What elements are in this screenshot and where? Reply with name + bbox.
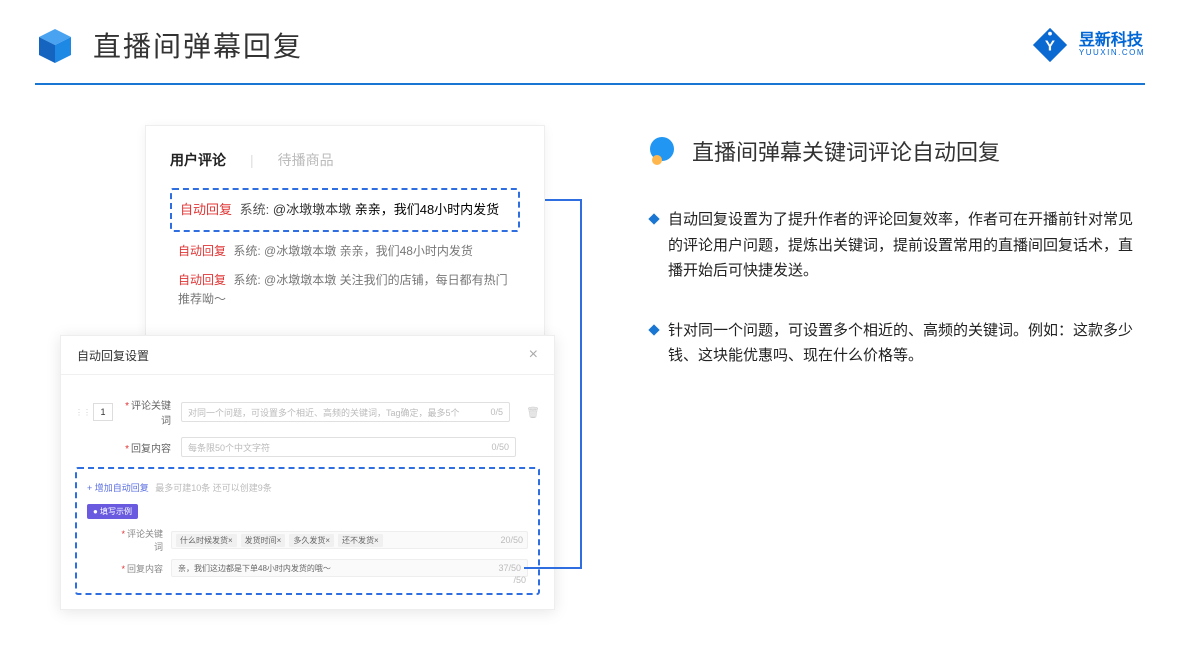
description-column: 直播间弹幕关键词评论自动回复 自动回复设置为了提升作者的评论回复效率，作者可在开…: [620, 125, 1145, 403]
screenshot-column: 用户评论 | 待播商品 自动回复 系统: @冰墩墩本墩 亲亲，我们48小时内发货…: [60, 125, 580, 403]
tab-pending-goods[interactable]: 待播商品: [278, 150, 334, 170]
keyword-input[interactable]: 对同一个问题，可设置多个相近、高频的关键词，Tag确定，最多5个 0/5: [181, 402, 510, 422]
brand-subtitle: YUUXIN.COM: [1079, 49, 1145, 58]
comment-text: 亲亲，我们48小时内发货: [355, 202, 499, 217]
section-title: 直播间弹幕关键词评论自动回复: [692, 135, 1000, 167]
list-item: 针对同一个问题，可设置多个相近的、高频的关键词。例如：这款多少钱、这块能优惠吗、…: [650, 318, 1145, 369]
keyword-label: *评论关键词: [123, 397, 171, 427]
close-icon[interactable]: ×: [529, 346, 538, 364]
cube-icon: [35, 25, 75, 65]
highlighted-comment: 自动回复 系统: @冰墩墩本墩 亲亲，我们48小时内发货: [170, 188, 520, 232]
comments-panel: 用户评论 | 待播商品 自动回复 系统: @冰墩墩本墩 亲亲，我们48小时内发货…: [145, 125, 545, 336]
tag-item[interactable]: 什么时候发货×: [176, 534, 237, 547]
example-keyword-tags[interactable]: 什么时候发货× 发货时间× 多久发货× 还不发货× 20/50: [171, 531, 528, 549]
tab-separator: |: [250, 152, 254, 168]
at-user: @冰墩墩本墩: [273, 202, 351, 217]
brand-logo: Y 昱新科技 YUUXIN.COM: [1031, 26, 1145, 64]
add-reply-note: 最多可建10条 还可以创建9条: [155, 483, 272, 493]
diamond-icon: [648, 213, 659, 224]
connector-line: [524, 567, 582, 569]
page-header: 直播间弹幕回复 Y 昱新科技 YUUXIN.COM: [0, 0, 1180, 65]
example-section: + 增加自动回复 最多可建10条 还可以创建9条 ● 填写示例 *评论关键词 什…: [75, 467, 540, 595]
settings-title: 自动回复设置: [77, 347, 149, 364]
comments-tabs: 用户评论 | 待播商品: [170, 150, 520, 170]
example-keyword-row: *评论关键词 什么时候发货× 发货时间× 多久发货× 还不发货× 20/50: [87, 527, 528, 553]
comment-row: 自动回复 系统: @冰墩墩本墩 亲亲，我们48小时内发货: [170, 232, 520, 261]
svg-text:Y: Y: [1045, 38, 1055, 55]
system-tag: 系统:: [240, 202, 270, 217]
tag-item[interactable]: 还不发货×: [338, 534, 383, 547]
list-item: 自动回复设置为了提升作者的评论回复效率，作者可在开播前针对常见的评论用户问题，提…: [650, 207, 1145, 284]
rule-number: 1: [93, 403, 113, 421]
tag-item[interactable]: 发货时间×: [241, 534, 286, 547]
delete-icon[interactable]: 🗑: [526, 406, 540, 419]
page-title: 直播间弹幕回复: [93, 25, 303, 65]
content-label: *回复内容: [123, 440, 171, 455]
feature-list: 自动回复设置为了提升作者的评论回复效率，作者可在开播前针对常见的评论用户问题，提…: [650, 207, 1145, 369]
diamond-icon: [648, 324, 659, 335]
tab-user-comments[interactable]: 用户评论: [170, 150, 226, 170]
connector-line: [580, 199, 582, 569]
section-icon: [650, 137, 678, 165]
comment-row: 自动回复 系统: @冰墩墩本墩 关注我们的店铺，每日都有热门推荐呦～: [170, 261, 520, 309]
brand-icon: Y: [1031, 26, 1069, 64]
main-content: 用户评论 | 待播商品 自动回复 系统: @冰墩墩本墩 亲亲，我们48小时内发货…: [0, 85, 1180, 403]
content-row: *回复内容 每条限50个中文字符 0/50: [75, 437, 540, 457]
example-content-value[interactable]: 亲，我们这边都是下单48小时内发货的哦～ 37/50: [171, 559, 528, 577]
settings-header: 自动回复设置 ×: [61, 336, 554, 375]
auto-reply-settings-panel: 自动回复设置 × ⋮⋮ 1 *评论关键词 对同一个问题，可设置多个相近、高频的关…: [60, 335, 555, 610]
keyword-row: ⋮⋮ 1 *评论关键词 对同一个问题，可设置多个相近、高频的关键词，Tag确定，…: [75, 397, 540, 427]
example-badge: ● 填写示例: [87, 504, 138, 519]
tag-item[interactable]: 多久发货×: [289, 534, 334, 547]
add-reply-link[interactable]: + 增加自动回复: [87, 483, 149, 493]
connector-line: [545, 199, 582, 201]
content-input[interactable]: 每条限50个中文字符 0/50: [181, 437, 516, 457]
add-reply-line: + 增加自动回复 最多可建10条 还可以创建9条: [87, 481, 528, 494]
drag-handle-icon[interactable]: ⋮⋮: [75, 408, 83, 417]
stray-counter: /50: [513, 575, 526, 585]
section-heading: 直播间弹幕关键词评论自动回复: [650, 135, 1145, 167]
auto-reply-tag: 自动回复: [180, 202, 232, 217]
example-content-row: *回复内容 亲，我们这边都是下单48小时内发货的哦～ 37/50: [87, 559, 528, 577]
brand-name: 昱新科技: [1079, 32, 1145, 50]
